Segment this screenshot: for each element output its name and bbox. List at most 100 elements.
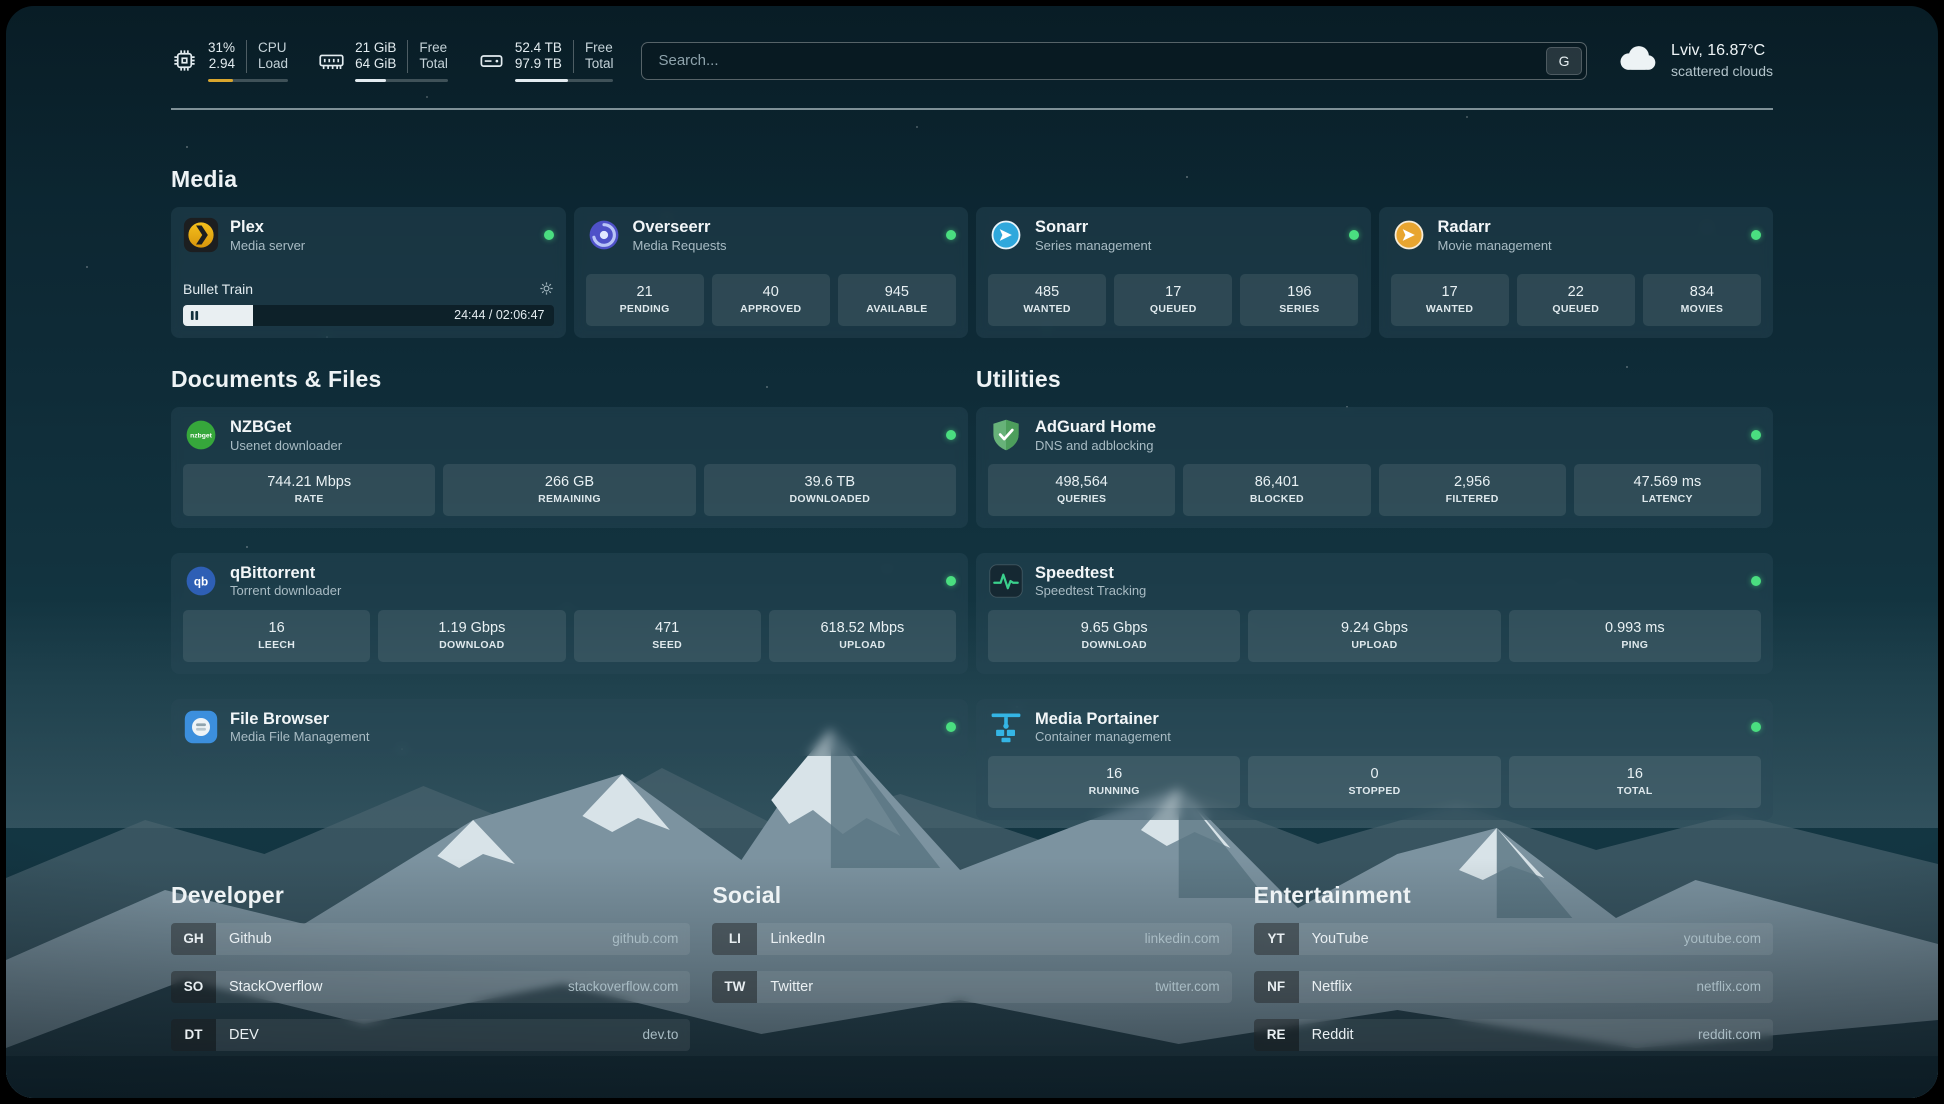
bookmark-group-title: Social	[712, 882, 1231, 909]
stat-label: UPLOAD	[839, 639, 885, 651]
service-name: NZBGet	[230, 417, 342, 438]
bookmark-name: Netflix	[1299, 979, 1352, 995]
card-titles: File Browser Media File Management	[230, 709, 369, 746]
pause-icon[interactable]	[190, 310, 199, 321]
service-card-filebrowser[interactable]: File Browser Media File Management	[171, 699, 968, 756]
stat-label: FILTERED	[1446, 493, 1499, 505]
stat-value: 485	[1035, 284, 1059, 300]
stat-value: 498,564	[1055, 474, 1107, 490]
bookmark-abbr: YT	[1254, 923, 1299, 955]
bookmark-netflix[interactable]: NF Netflix netflix.com	[1254, 971, 1773, 1003]
stat-box: 21 PENDING	[586, 274, 704, 326]
status-dot	[946, 430, 956, 440]
stat-box: 471 SEED	[574, 610, 761, 662]
stat-box: 196 SERIES	[1240, 274, 1358, 326]
service-subtitle: Media File Management	[230, 729, 369, 745]
stat-label: QUERIES	[1057, 493, 1106, 505]
stat-box: 17 QUEUED	[1114, 274, 1232, 326]
stat-box: 47.569 ms LATENCY	[1574, 464, 1761, 516]
disk-label-1: Free	[585, 40, 614, 56]
bookmark-group-entertainment: Entertainment YT YouTube youtube.com NF …	[1254, 882, 1773, 1051]
service-card-adguard[interactable]: AdGuard Home DNS and adblocking 498,564 …	[976, 407, 1773, 528]
speedtest-icon	[988, 563, 1024, 599]
stat-label: STOPPED	[1348, 785, 1400, 797]
disk-icon	[478, 47, 505, 74]
card-header: Plex Media server	[183, 217, 554, 254]
stat-box: 834 MOVIES	[1643, 274, 1761, 326]
svg-text:nzbget: nzbget	[190, 433, 212, 440]
service-subtitle: Media server	[230, 238, 305, 254]
resource-widgets: 31% 2.94 CPU Load	[171, 40, 613, 82]
bookmark-linkedin[interactable]: LI LinkedIn linkedin.com	[712, 923, 1231, 955]
card-header: Speedtest Speedtest Tracking	[988, 563, 1761, 600]
disk-progress-track	[515, 79, 614, 82]
stat-label: SERIES	[1279, 303, 1319, 315]
service-card-speedtest[interactable]: Speedtest Speedtest Tracking 9.65 Gbps D…	[976, 553, 1773, 674]
bookmark-youtube[interactable]: YT YouTube youtube.com	[1254, 923, 1773, 955]
service-card-radarr[interactable]: Radarr Movie management 17 WANTED 22 QUE…	[1379, 207, 1774, 338]
service-subtitle: Torrent downloader	[230, 583, 341, 599]
stats-row: 17 WANTED 22 QUEUED 834 MOVIES	[1391, 264, 1762, 326]
service-card-nzbget[interactable]: nzbget NZBGet Usenet downloader 744.21 M…	[171, 407, 968, 528]
service-card-qbittorrent[interactable]: qb qBittorrent Torrent downloader 16	[171, 553, 968, 674]
disk-total-value: 97.9 TB	[515, 56, 562, 72]
cpu-progress-track	[208, 79, 288, 82]
stat-label: MOVIES	[1681, 303, 1724, 315]
search-engine-button[interactable]: G	[1546, 47, 1582, 75]
stat-value: 9.65 Gbps	[1081, 620, 1148, 636]
section-media: Media Plex Media server	[171, 166, 1773, 338]
stat-value: 744.21 Mbps	[267, 474, 351, 490]
stat-box: 2,956 FILTERED	[1379, 464, 1566, 516]
stat-value: 196	[1287, 284, 1311, 300]
search-input[interactable]	[641, 42, 1587, 80]
service-name: Speedtest	[1035, 563, 1146, 584]
stat-box: 945 AVAILABLE	[838, 274, 956, 326]
stat-box: 22 QUEUED	[1517, 274, 1635, 326]
cpu-load-value: 2.94	[209, 56, 235, 72]
bookmark-twitter[interactable]: TW Twitter twitter.com	[712, 971, 1231, 1003]
stat-box: 266 GB REMAINING	[443, 464, 695, 516]
section-title-utilities: Utilities	[976, 366, 1773, 393]
stat-box: 498,564 QUERIES	[988, 464, 1175, 516]
bookmark-github[interactable]: GH Github github.com	[171, 923, 690, 955]
weather-condition: scattered clouds	[1671, 62, 1773, 80]
memory-label-1: Free	[419, 40, 448, 56]
cpu-widget: 31% 2.94 CPU Load	[171, 40, 288, 82]
stats-row: 485 WANTED 17 QUEUED 196 SERIES	[988, 264, 1359, 326]
bookmark-abbr: NF	[1254, 971, 1299, 1003]
stats-row: 16 LEECH 1.19 Gbps DOWNLOAD 471 SEED	[183, 600, 956, 662]
bookmark-abbr: TW	[712, 971, 757, 1003]
service-card-overseerr[interactable]: Overseerr Media Requests 21 PENDING 40 A…	[574, 207, 969, 338]
bookmark-stackoverflow[interactable]: SO StackOverflow stackoverflow.com	[171, 971, 690, 1003]
nzbget-icon: nzbget	[183, 417, 219, 453]
bookmark-abbr: GH	[171, 923, 216, 955]
playback-progress-bar[interactable]: 24:44 / 02:06:47	[183, 305, 554, 326]
service-card-plex[interactable]: Plex Media server Bullet Train	[171, 207, 566, 338]
service-subtitle: Movie management	[1438, 238, 1552, 254]
card-header: File Browser Media File Management	[183, 709, 956, 746]
bookmark-name: StackOverflow	[216, 979, 322, 995]
stat-value: 47.569 ms	[1634, 474, 1702, 490]
status-dot	[1751, 430, 1761, 440]
stat-value: 86,401	[1255, 474, 1299, 490]
stat-value: 1.19 Gbps	[438, 620, 505, 636]
bookmark-url: netflix.com	[1696, 979, 1773, 994]
service-name: Sonarr	[1035, 217, 1151, 238]
service-card-sonarr[interactable]: Sonarr Series management 485 WANTED 17 Q…	[976, 207, 1371, 338]
bookmark-reddit[interactable]: RE Reddit reddit.com	[1254, 1019, 1773, 1051]
stat-value: 0.993 ms	[1605, 620, 1665, 636]
service-subtitle: DNS and adblocking	[1035, 438, 1156, 454]
bookmark-abbr: SO	[171, 971, 216, 1003]
plex-icon	[183, 217, 219, 253]
gear-icon[interactable]	[539, 281, 554, 296]
stats-row: 21 PENDING 40 APPROVED 945 AVAILABLE	[586, 264, 957, 326]
dashboard-screen: 31% 2.94 CPU Load	[6, 6, 1938, 1098]
service-name: Plex	[230, 217, 305, 238]
stat-value: 16	[269, 620, 285, 636]
stat-label: APPROVED	[740, 303, 801, 315]
bookmark-dev[interactable]: DT DEV dev.to	[171, 1019, 690, 1051]
service-card-portainer[interactable]: Media Portainer Container management 16 …	[976, 699, 1773, 820]
stat-label: BLOCKED	[1250, 493, 1304, 505]
bookmark-name: Github	[216, 931, 272, 947]
bookmark-name: Twitter	[757, 979, 813, 995]
